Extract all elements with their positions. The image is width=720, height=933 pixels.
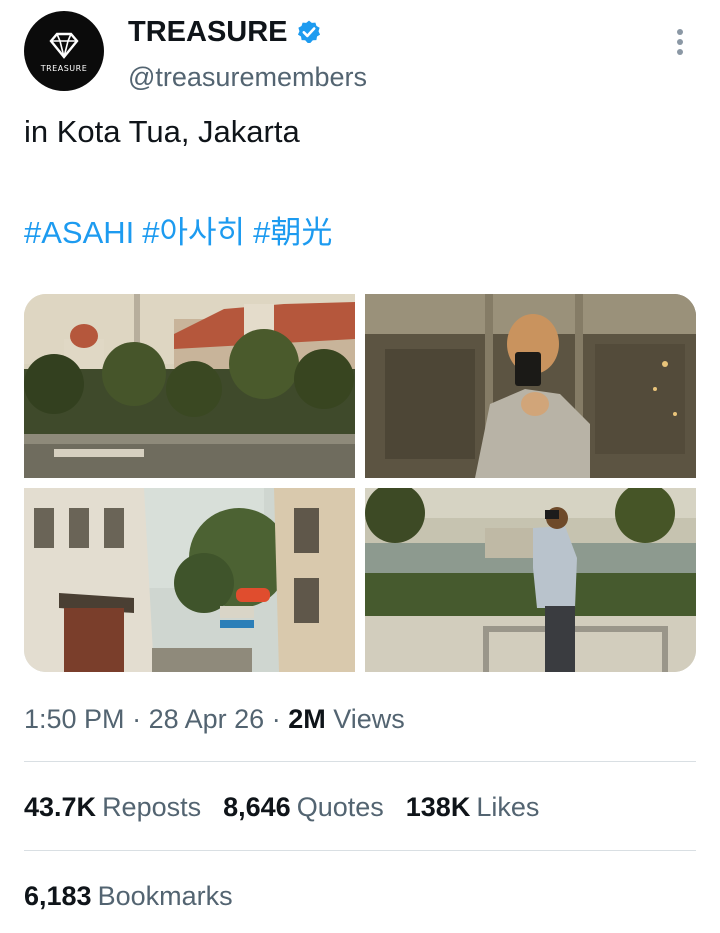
tweet-text: in Kota Tua, Jakarta — [24, 114, 300, 149]
separator-dot: · — [271, 704, 289, 734]
photo-kota-tua-colonial-buildings[interactable] — [24, 294, 355, 478]
user-handle[interactable]: @treasuremembers — [128, 61, 367, 93]
likes-label: Likes — [476, 792, 540, 822]
photo-mirror-selfie[interactable] — [365, 294, 696, 478]
treasure-logo-icon — [49, 32, 79, 59]
quotes-label: Quotes — [296, 792, 384, 822]
tweet-date[interactable]: 28 Apr 26 — [149, 704, 265, 734]
hashtag-link[interactable]: #아사히 — [142, 215, 245, 250]
tweet-time[interactable]: 1:50 PM — [24, 704, 125, 734]
display-name-text: TREASURE — [128, 16, 288, 48]
media-grid — [24, 294, 696, 672]
likes-count: 138K — [405, 792, 471, 822]
more-vertical-icon[interactable] — [674, 29, 686, 59]
bookmarks-count: 6,183 — [24, 881, 92, 911]
photo-old-town-street[interactable] — [24, 488, 355, 672]
avatar[interactable]: TREASURE — [24, 11, 104, 91]
verified-badge-icon — [297, 20, 320, 43]
quotes-count: 8,646 — [223, 792, 291, 822]
reposts-label: Reposts — [102, 792, 202, 822]
views-count: 2M — [288, 704, 326, 734]
tweet-header: TREASURE TREASURE @treasuremembers — [24, 11, 696, 93]
likes-stat[interactable]: 138K Likes — [406, 790, 540, 824]
photo-person-with-camera-riverside[interactable] — [365, 488, 696, 672]
avatar-logo-text: TREASURE — [40, 64, 88, 73]
divider — [24, 850, 696, 851]
reposts-count: 43.7K — [24, 792, 97, 822]
hashtag-link[interactable]: #ASAHI — [24, 215, 134, 250]
tweet-timestamp-row: 1:50 PM · 28 Apr 26 · 2M Views — [24, 702, 405, 736]
separator-dot: · — [132, 704, 149, 734]
display-name[interactable]: TREASURE — [128, 15, 322, 49]
reposts-stat[interactable]: 43.7K Reposts — [24, 790, 201, 824]
quotes-stat[interactable]: 8,646 Quotes — [223, 790, 384, 824]
bookmarks-stat[interactable]: 6,183 Bookmarks — [24, 879, 255, 913]
hashtag-link[interactable]: #朝光 — [253, 215, 332, 250]
divider — [24, 761, 696, 762]
hashtag-list: #ASAHI #아사히 #朝光 — [24, 213, 340, 253]
bookmarks-label: Bookmarks — [97, 881, 233, 911]
engagement-stats: 43.7K Reposts 8,646 Quotes 138K Likes — [24, 790, 561, 824]
views-label: Views — [333, 704, 405, 734]
